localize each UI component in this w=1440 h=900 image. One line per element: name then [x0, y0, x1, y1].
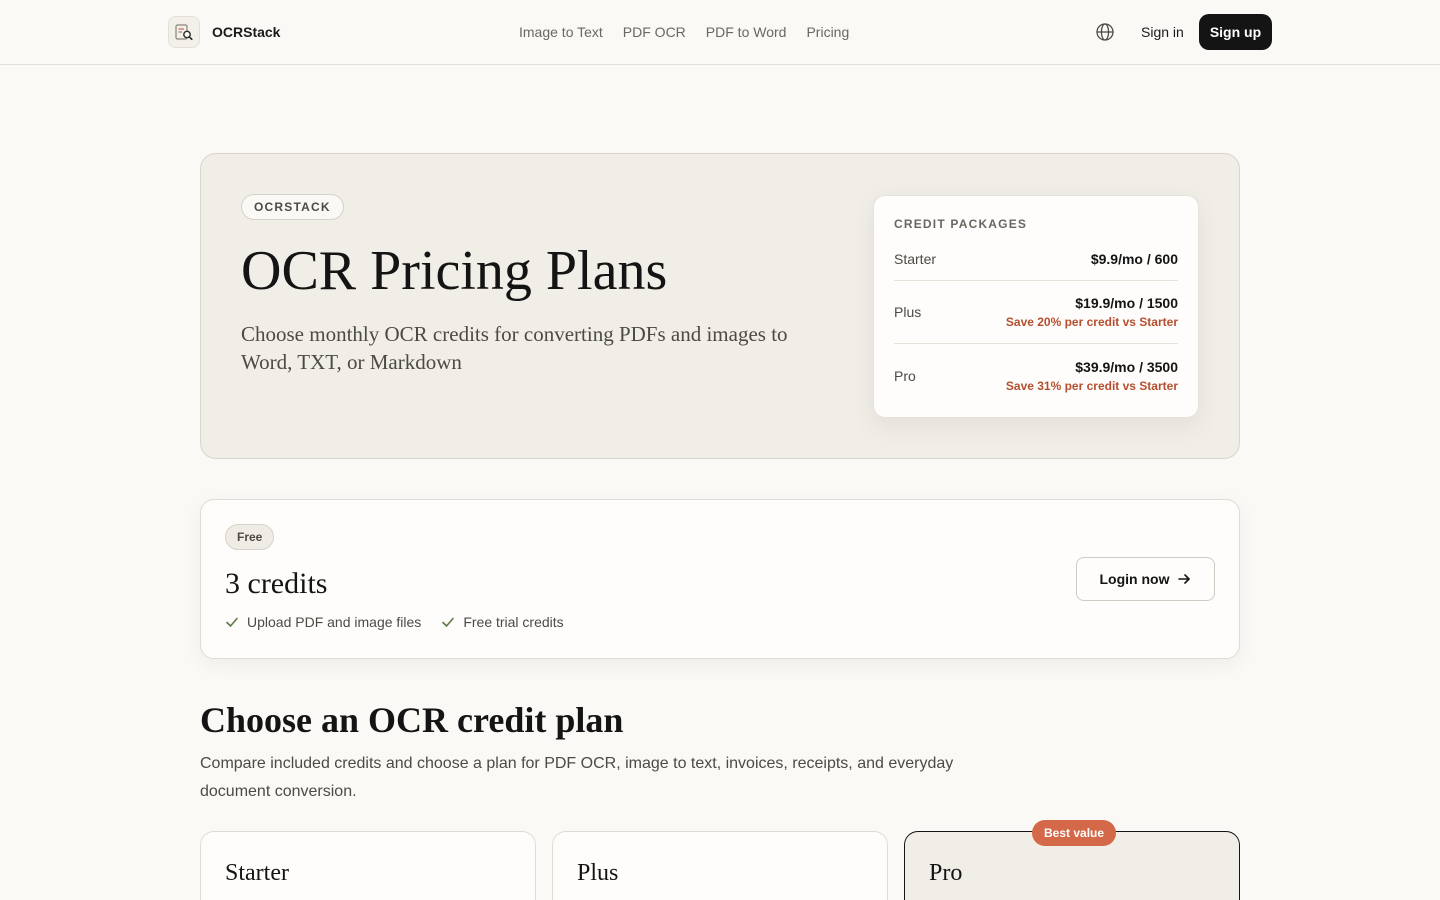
package-price: $9.9/mo / 600 [1090, 250, 1178, 267]
document-search-icon [168, 16, 200, 48]
package-price: $19.9/mo / 1500 [1075, 295, 1178, 311]
package-name: Pro [894, 367, 916, 384]
free-features-list: Upload PDF and image files Free trial cr… [225, 614, 564, 630]
feature-label: Free trial credits [463, 614, 564, 630]
hero-section: OCRSTACK OCR Pricing Plans Choose monthl… [200, 153, 1240, 459]
free-plan-card: Free 3 credits Upload PDF and image file… [200, 499, 1240, 659]
plans-section-title: Choose an OCR credit plan [200, 700, 624, 740]
package-savings: Save 20% per credit vs Starter [1005, 315, 1178, 329]
top-navigation-bar: OCRStack Image to Text PDF OCR PDF to Wo… [0, 0, 1440, 65]
package-savings: Save 31% per credit vs Starter [1005, 378, 1178, 393]
plan-card-pro[interactable]: Best value Pro [904, 820, 1240, 900]
check-icon [226, 617, 238, 627]
plan-card-plus[interactable]: Plus [552, 831, 888, 900]
plan-name: Plus [577, 860, 619, 886]
package-row-pro: Pro $39.9/mo / 3500 Save 31% per credit … [894, 344, 1178, 407]
nav-pricing[interactable]: Pricing [806, 22, 849, 42]
main-nav: Image to Text PDF OCR PDF to Word Pricin… [519, 22, 849, 42]
nav-pdf-to-word[interactable]: PDF to Word [706, 22, 787, 42]
check-icon [442, 617, 455, 627]
hero-tag: OCRSTACK [241, 194, 344, 220]
free-badge: Free [225, 524, 275, 550]
feature-item: Upload PDF and image files [225, 614, 421, 630]
page-title: OCR Pricing Plans [241, 240, 668, 302]
package-name: Plus [894, 304, 922, 320]
free-credits-title: 3 credits [225, 567, 328, 600]
sign-in-link[interactable]: Sign in [1141, 22, 1184, 42]
plan-name: Starter [225, 860, 289, 886]
brand[interactable]: OCRStack [168, 16, 280, 48]
login-now-label: Login now [1099, 571, 1170, 587]
package-row-plus: Plus $19.9/mo / 1500 Save 20% per credit… [894, 281, 1178, 344]
credit-packages-heading: CREDIT PACKAGES [894, 217, 1028, 231]
sign-up-button[interactable]: Sign up [1199, 14, 1272, 50]
plans-section-subtitle: Compare included credits and choose a pl… [200, 755, 954, 800]
brand-name: OCRStack [212, 24, 281, 40]
package-name: Starter [894, 250, 937, 267]
hero-subtitle: Choose monthly OCR credits for convertin… [241, 322, 788, 374]
best-value-badge: Best value [1032, 820, 1117, 846]
feature-label: Upload PDF and image files [247, 614, 422, 630]
login-now-button[interactable]: Login now [1076, 557, 1215, 601]
nav-image-to-text[interactable]: Image to Text [519, 22, 603, 42]
plan-name: Pro [929, 860, 963, 886]
nav-pdf-ocr[interactable]: PDF OCR [623, 22, 686, 42]
globe-icon[interactable] [1094, 21, 1116, 43]
arrow-right-icon [1178, 574, 1191, 584]
package-row-starter: Starter $9.9/mo / 600 [894, 237, 1178, 281]
feature-item: Free trial credits [441, 614, 564, 630]
package-price: $39.9/mo / 3500 [1075, 358, 1178, 375]
credit-packages-card: CREDIT PACKAGES Starter $9.9/mo / 600 Pl… [873, 195, 1199, 418]
plan-card-starter[interactable]: Starter [200, 831, 536, 900]
